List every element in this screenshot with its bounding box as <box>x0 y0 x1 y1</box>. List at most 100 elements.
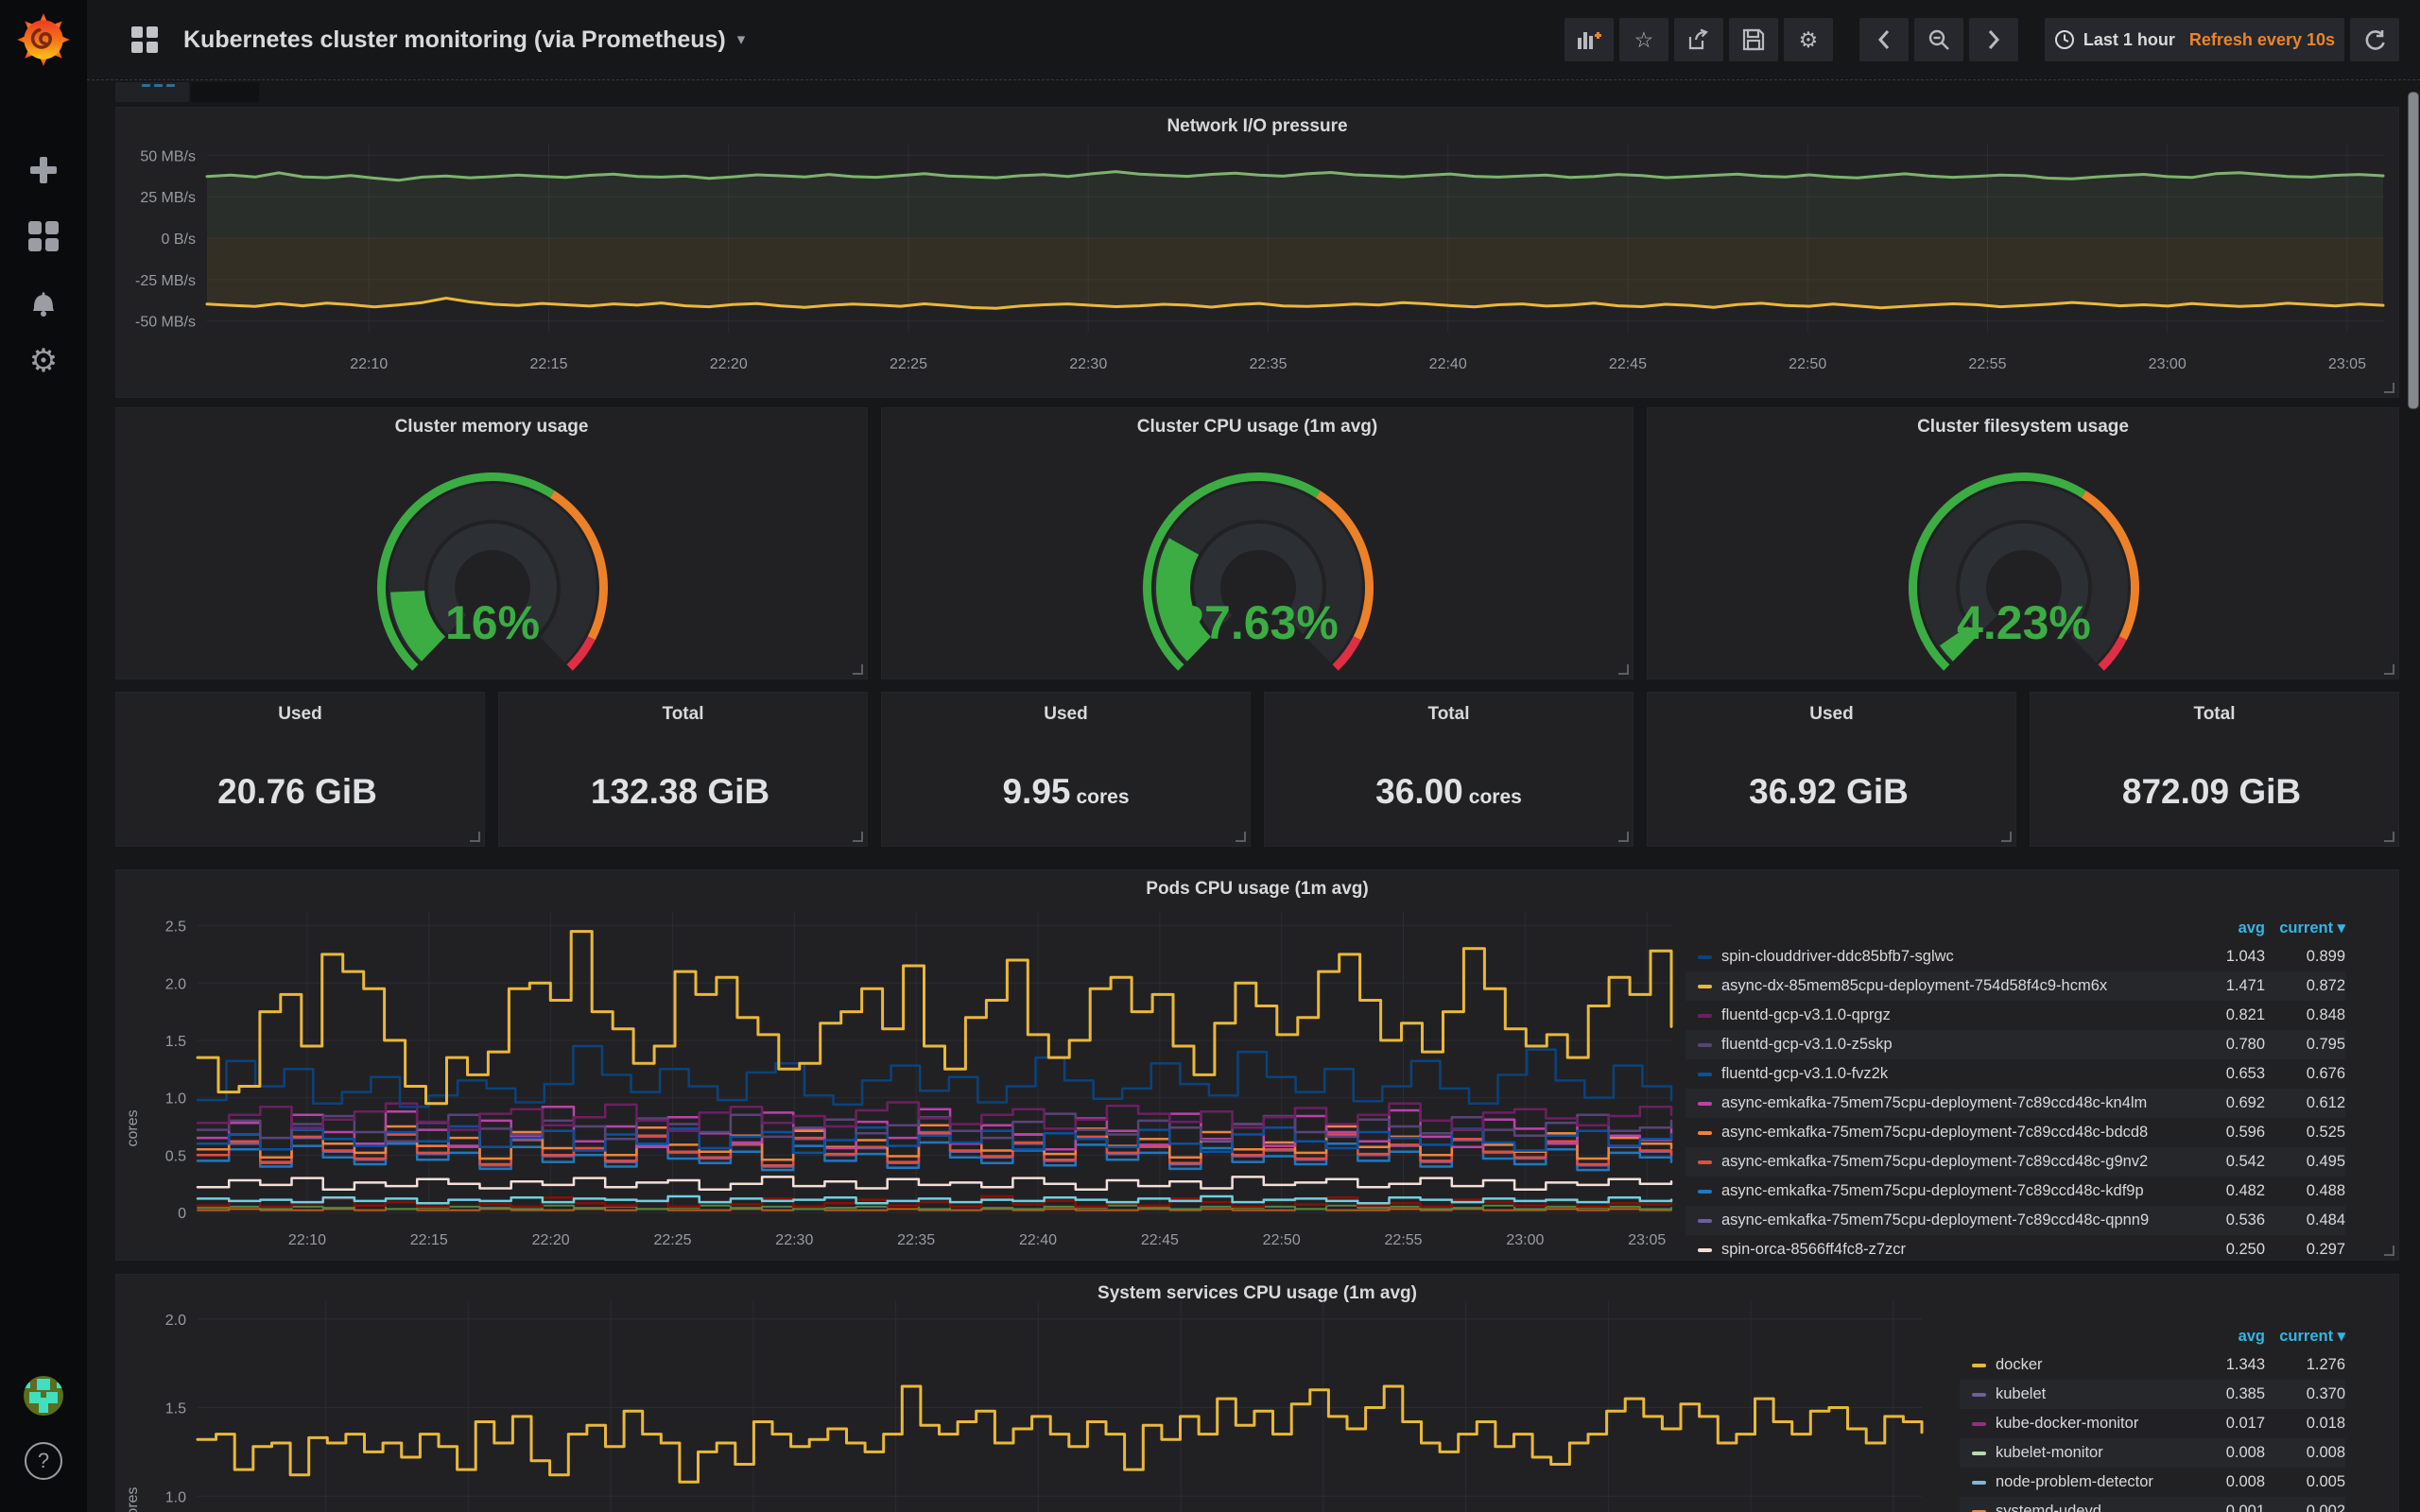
series-swatch[interactable] <box>1972 1422 1986 1426</box>
series-swatch[interactable] <box>1698 1102 1712 1106</box>
series-name[interactable]: async-emkafka-75mem75cpu-deployment-7c89… <box>1721 1124 2180 1142</box>
svg-text:22:50: 22:50 <box>1263 1232 1301 1248</box>
legend-rows: spin-clouddriver-ddc85bfb7-sglwc1.0430.8… <box>1685 942 2345 1259</box>
legend-row: docker1.3431.276 <box>1960 1350 2345 1380</box>
stat-label[interactable]: Used <box>882 704 1250 725</box>
series-swatch[interactable] <box>1698 1160 1712 1164</box>
star-dashboard-button[interactable]: ☆ <box>1619 18 1668 61</box>
series-name[interactable]: fluentd-gcp-v3.1.0-z5skp <box>1721 1036 2180 1054</box>
zoom-out-button[interactable] <box>1914 18 1963 61</box>
stat-label[interactable]: Used <box>1648 704 2015 725</box>
series-name[interactable]: kube-docker-monitor <box>1996 1415 2180 1433</box>
series-swatch[interactable] <box>1698 1043 1712 1047</box>
legend-row: async-emkafka-75mem75cpu-deployment-7c89… <box>1685 1118 2345 1147</box>
legend-row: async-dx-85mem85cpu-deployment-754d58f4c… <box>1685 971 2345 1001</box>
svg-text:22:10: 22:10 <box>350 356 388 372</box>
legend-sort-current[interactable]: current ▾ <box>2265 1327 2345 1346</box>
stat-label[interactable]: Total <box>499 704 867 725</box>
svg-text:22:30: 22:30 <box>1069 356 1107 372</box>
series-swatch[interactable] <box>1698 955 1712 959</box>
page-scrollbar[interactable] <box>2408 92 2419 409</box>
dashboards-icon[interactable] <box>0 208 87 265</box>
panel-title[interactable]: Cluster filesystem usage <box>1648 417 2398 438</box>
series-swatch[interactable] <box>1698 1073 1712 1076</box>
series-name[interactable]: fluentd-gcp-v3.1.0-qprgz <box>1721 1006 2180 1024</box>
svg-text:cores: cores <box>125 1486 141 1512</box>
grafana-logo[interactable] <box>0 6 87 74</box>
save-dashboard-button[interactable] <box>1729 18 1778 61</box>
series-name[interactable]: spin-clouddriver-ddc85bfb7-sglwc <box>1721 948 2180 966</box>
time-forward-button[interactable] <box>1969 18 2018 61</box>
svg-text:23:05: 23:05 <box>2328 356 2366 372</box>
legend-header: avg current ▾ <box>1685 914 2345 942</box>
series-swatch[interactable] <box>1972 1393 1986 1397</box>
series-swatch[interactable] <box>1698 1014 1712 1018</box>
svg-text:cores: cores <box>125 1109 141 1146</box>
series-name[interactable]: spin-orca-8566ff4fc8-z7zcr <box>1721 1241 2180 1259</box>
svg-text:1.0: 1.0 <box>165 1489 186 1505</box>
series-name[interactable]: systemd-udevd <box>1996 1503 2180 1512</box>
panel-stat-memory-used: Used 20.76 GiB <box>115 692 485 847</box>
panel-cluster-filesystem-gauge: Cluster filesystem usage 4.23% <box>1647 407 2399 679</box>
series-name[interactable]: fluentd-gcp-v3.1.0-fvz2k <box>1721 1065 2180 1083</box>
user-avatar[interactable] <box>0 1370 87 1421</box>
svg-text:22:15: 22:15 <box>410 1232 448 1248</box>
svg-text:-50 MB/s: -50 MB/s <box>135 315 196 331</box>
series-swatch[interactable] <box>1698 1248 1712 1252</box>
series-name[interactable]: node-problem-detector <box>1996 1473 2180 1491</box>
svg-text:50 MB/s: 50 MB/s <box>140 148 196 164</box>
help-icon[interactable]: ? <box>0 1433 87 1489</box>
svg-text:16%: 16% <box>445 596 540 649</box>
series-name[interactable]: kubelet <box>1996 1385 2180 1403</box>
legend-row: kubelet0.3850.370 <box>1960 1380 2345 1409</box>
panel-title[interactable]: Cluster CPU usage (1m avg) <box>882 417 1633 438</box>
series-name[interactable]: async-emkafka-75mem75cpu-deployment-7c89… <box>1721 1182 2180 1200</box>
stat-label[interactable]: Used <box>116 704 484 725</box>
alerting-bell-icon[interactable] <box>0 272 87 329</box>
svg-text:-25 MB/s: -25 MB/s <box>135 273 196 289</box>
time-range-picker[interactable]: Last 1 hour Refresh every 10s <box>2045 18 2344 61</box>
svg-text:22:50: 22:50 <box>1789 356 1826 372</box>
panel-system-cpu: System services CPU usage (1m avg) 1.01.… <box>115 1274 2399 1512</box>
time-back-button[interactable] <box>1859 18 1909 61</box>
series-name[interactable]: async-emkafka-75mem75cpu-deployment-7c89… <box>1721 1153 2180 1171</box>
series-swatch[interactable] <box>1972 1364 1986 1367</box>
series-name[interactable]: kubelet-monitor <box>1996 1444 2180 1462</box>
series-swatch[interactable] <box>1698 1219 1712 1223</box>
settings-gear-icon[interactable]: ⚙ <box>0 333 87 389</box>
share-dashboard-button[interactable] <box>1674 18 1723 61</box>
series-swatch[interactable] <box>1698 1131 1712 1135</box>
panel-title[interactable]: Cluster memory usage <box>116 417 867 438</box>
dashboard-settings-button[interactable]: ⚙ <box>1784 18 1833 61</box>
legend-sort-avg[interactable]: avg <box>2180 1328 2265 1346</box>
clock-icon <box>2054 29 2075 50</box>
legend-sort-current[interactable]: current ▾ <box>2265 919 2345 937</box>
add-panel-button[interactable] <box>1564 18 1614 61</box>
dashboard-title-dropdown[interactable]: Kubernetes cluster monitoring (via Prome… <box>130 26 745 54</box>
legend-sort-avg[interactable]: avg <box>2180 919 2265 937</box>
network-io-chart[interactable]: 22:1022:1522:2022:2522:3022:3522:4022:45… <box>116 132 2400 395</box>
svg-text:22:35: 22:35 <box>1249 356 1287 372</box>
series-name[interactable]: docker <box>1996 1356 2180 1374</box>
series-name[interactable]: async-emkafka-75mem75cpu-deployment-7c89… <box>1721 1211 2180 1229</box>
svg-text:4.23%: 4.23% <box>1957 596 2091 649</box>
legend-row: fluentd-gcp-v3.1.0-qprgz0.8210.848 <box>1685 1001 2345 1030</box>
series-swatch[interactable] <box>1972 1452 1986 1455</box>
stat-label[interactable]: Total <box>1265 704 1633 725</box>
series-swatch[interactable] <box>1698 985 1712 988</box>
share-icon <box>1687 28 1710 51</box>
sort-caret-icon: ▾ <box>2338 919 2345 936</box>
series-swatch[interactable] <box>1972 1481 1986 1485</box>
legend-rows: docker1.3431.276 kubelet0.3850.370 kube-… <box>1960 1350 2345 1512</box>
stat-label[interactable]: Total <box>2031 704 2398 725</box>
stat-value: 20.76 GiB <box>116 772 484 812</box>
svg-text:25 MB/s: 25 MB/s <box>140 190 196 206</box>
refresh-button[interactable] <box>2350 18 2399 61</box>
row-controls[interactable] <box>115 82 259 102</box>
add-icon[interactable] <box>0 142 87 198</box>
series-name[interactable]: async-emkafka-75mem75cpu-deployment-7c89… <box>1721 1094 2180 1112</box>
series-swatch[interactable] <box>1698 1190 1712 1194</box>
series-name[interactable]: async-dx-85mem85cpu-deployment-754d58f4c… <box>1721 977 2180 995</box>
zoom-out-icon <box>1927 28 1950 51</box>
dashboard-title: Kubernetes cluster monitoring (via Prome… <box>183 26 726 54</box>
